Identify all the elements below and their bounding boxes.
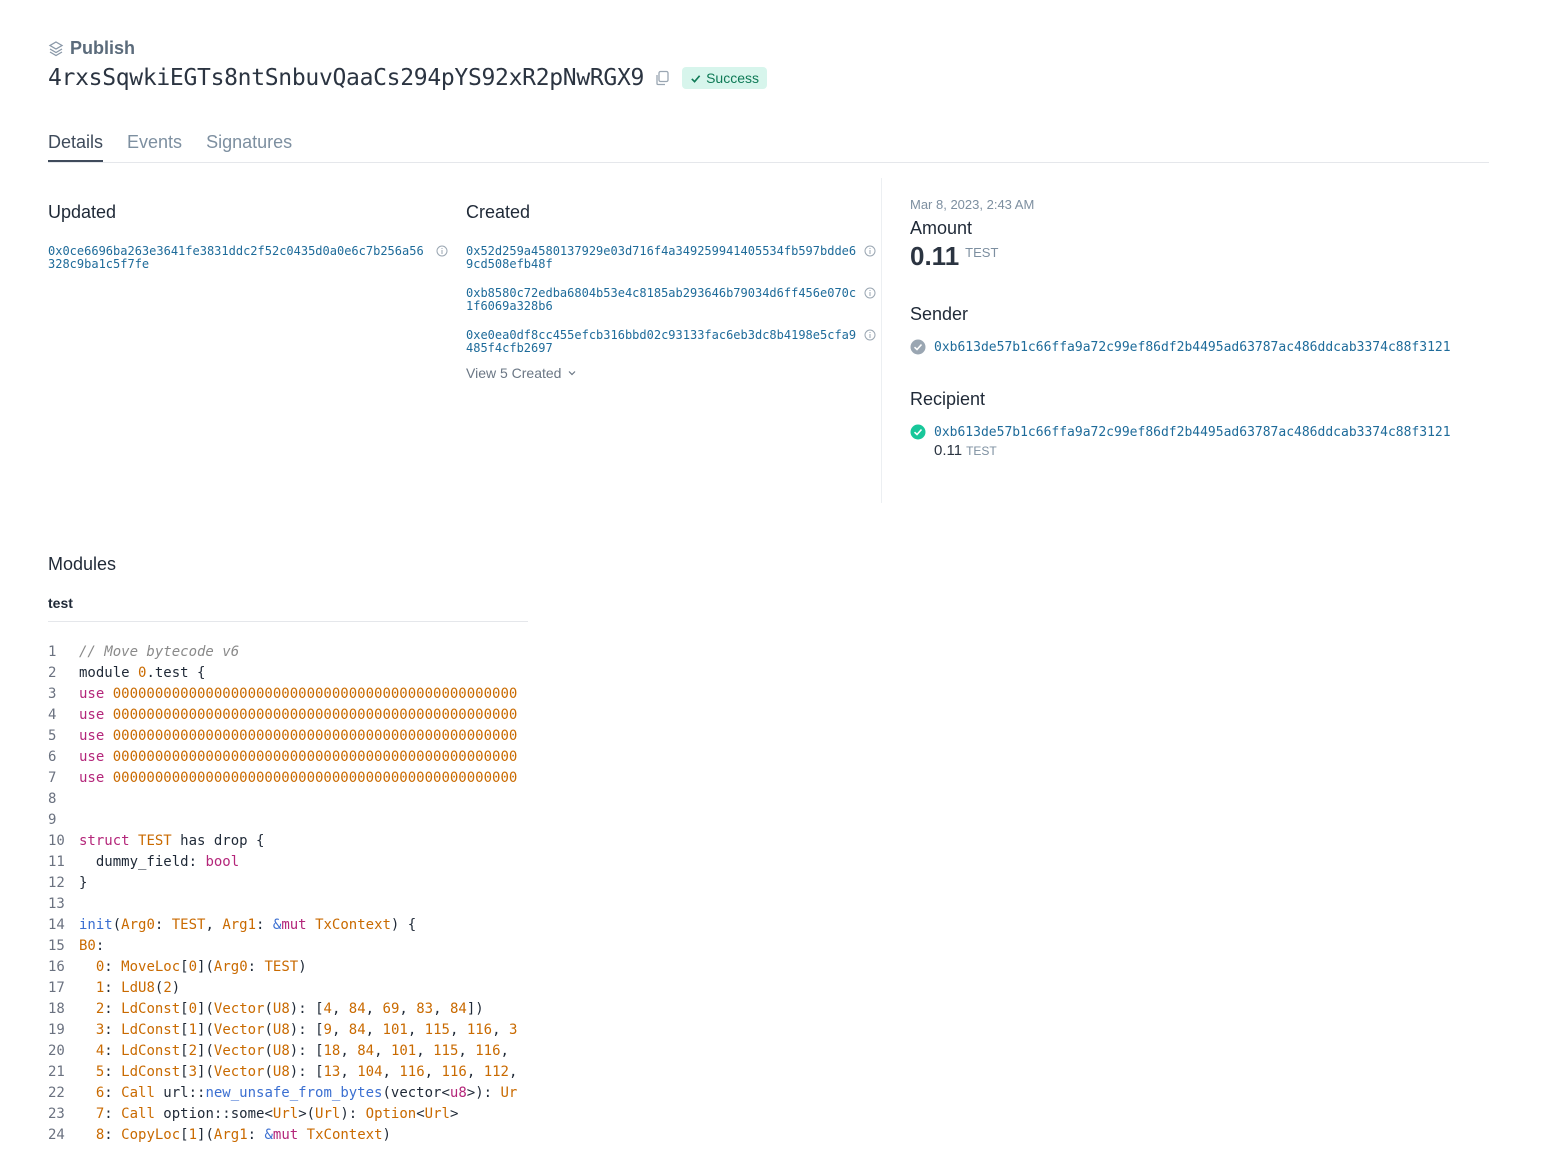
code-line: 16 0: MoveLoc[0](Arg0: TEST) <box>48 959 307 975</box>
info-icon[interactable] <box>864 245 876 257</box>
tab-details[interactable]: Details <box>48 132 104 162</box>
updated-objects: Updated 0x0ce6696ba263e3641fe3831ddc2f52… <box>48 202 448 271</box>
updated-title: Updated <box>48 202 117 222</box>
created-object-row: 0xe0ea0df8cc455efcb316bbd02c93133fac6eb3… <box>466 329 876 355</box>
recipient-amount: 0.11 <box>934 442 963 459</box>
transaction-header: Publish 4rxsSqwkiEGTs8ntSnbuvQaaCs294pYS… <box>48 38 767 91</box>
publish-icon <box>48 40 64 56</box>
recipient-address[interactable]: 0xb613de57b1c66ffa9a72c99ef86df2b4495ad6… <box>934 425 1451 440</box>
code-line: 15 B0: <box>48 938 105 954</box>
column-divider <box>881 178 882 503</box>
sender-row: 0xb613de57b1c66ffa9a72c99ef86df2b4495ad6… <box>910 339 1500 355</box>
sender-label: Sender <box>910 304 969 324</box>
recipient-row: 0xb613de57b1c66ffa9a72c99ef86df2b4495ad6… <box>910 424 1500 440</box>
tab-events[interactable]: Events <box>127 132 182 162</box>
created-object-row: 0x52d259a4580137929e03d716f4a34925994140… <box>466 245 876 271</box>
code-line: 18 2: LdConst[0](Vector(U8): [4, 84, 69,… <box>48 1001 484 1017</box>
module-name: test <box>48 595 528 622</box>
code-line: 23 7: Call option::some< Url >(Url): Optio… <box>48 1106 459 1122</box>
created-title: Created <box>466 202 531 222</box>
amount-value: 0.11 <box>910 241 960 271</box>
transfer-summary: Mar 8, 2023, 2:43 AM Amount 0.11 TEST Se… <box>910 197 1500 459</box>
info-icon[interactable] <box>436 245 448 257</box>
code-line: 17 1: LdU8(2) <box>48 980 181 996</box>
code-line: 2 module 0.test { <box>48 665 206 681</box>
sender-address[interactable]: 0xb613de57b1c66ffa9a72c99ef86df2b4495ad6… <box>934 340 1451 355</box>
tab-bar: Details Events Signatures <box>48 132 1489 163</box>
info-icon[interactable] <box>864 287 876 299</box>
check-icon <box>691 74 701 83</box>
chevron-down-icon <box>569 371 576 376</box>
status-badge: Success <box>682 67 767 89</box>
code-line: 1// Move bytecode v6 <box>48 644 240 660</box>
code-line: 24 8: CopyLoc[1](Arg1: & mut TxContext) <box>48 1127 391 1143</box>
code-line: 10 struct TEST has drop { <box>48 833 265 849</box>
updated-object-link[interactable]: 0x0ce6696ba263e3641fe3831ddc2f52c0435d0a… <box>48 245 430 271</box>
code-line: 13 <box>48 896 65 912</box>
code-line: 3 use 00000000000000000000000000000000000… <box>48 686 518 702</box>
view-more-created-button[interactable]: View 5 Created <box>466 365 876 381</box>
created-objects: Created 0x52d259a4580137929e03d716f4a349… <box>466 202 876 381</box>
modules-section: Modules test 1// Move bytecode v6 2 modul… <box>48 554 528 1146</box>
code-line: 12} <box>48 875 88 891</box>
transaction-kind: Publish <box>48 38 767 59</box>
recipient-unit: TEST <box>966 444 997 458</box>
kind-label: Publish <box>70 38 136 58</box>
view-more-label: View 5 Created <box>466 365 562 381</box>
code-line: 6 use 00000000000000000000000000000000000… <box>48 749 518 765</box>
code-line: 21 5: LdConst[3](Vector(U8): [13, 104, 1… <box>48 1064 518 1080</box>
code-line: 8 <box>48 791 57 807</box>
code-line: 5 use 00000000000000000000000000000000000… <box>48 728 518 744</box>
code-line: 4 use 00000000000000000000000000000000000… <box>48 707 518 723</box>
code-line: 14 init(Arg0: TEST, Arg1: & mut TxContext)… <box>48 917 417 933</box>
code-line: 7 use 00000000000000000000000000000000000… <box>48 770 518 786</box>
copy-icon[interactable] <box>654 70 670 86</box>
code-line: 19 3: LdConst[1](Vector(U8): [9, 84, 101… <box>48 1022 518 1038</box>
transaction-digest: 4rxsSqwkiEGTs8ntSnbuvQaaCs294pYS92xR2pNw… <box>48 65 645 91</box>
code-line: 9 <box>48 812 57 828</box>
updated-object-row: 0x0ce6696ba263e3641fe3831ddc2f52c0435d0a… <box>48 245 448 271</box>
modules-title: Modules <box>48 554 117 574</box>
tab-signatures[interactable]: Signatures <box>206 132 292 162</box>
amount-unit: TEST <box>965 245 999 260</box>
amount-label: Amount <box>910 218 973 238</box>
created-object-link[interactable]: 0xb8580c72edba6804b53e4c8185ab293646b790… <box>466 287 858 313</box>
created-object-link[interactable]: 0xe0ea0df8cc455efcb316bbd02c93133fac6eb3… <box>466 329 858 355</box>
recipient-label: Recipient <box>910 389 986 409</box>
code-line: 11 dummy_field: bool <box>48 854 240 870</box>
code-line: 22 6: Call url:: new_unsafe_from_bytes (ve… <box>48 1085 518 1101</box>
code-viewer: 1// Move bytecode v6 2 module 0.test { 3u… <box>48 642 528 1146</box>
status-text: Success <box>706 70 759 86</box>
timestamp: Mar 8, 2023, 2:43 AM <box>910 197 1035 212</box>
recipient-check-icon <box>910 424 926 440</box>
sender-check-icon <box>910 339 926 355</box>
code-line: 20 4: LdConst[2](Vector(U8): [18, 84, 10… <box>48 1043 509 1059</box>
info-icon[interactable] <box>864 329 876 341</box>
created-object-row: 0xb8580c72edba6804b53e4c8185ab293646b790… <box>466 287 876 313</box>
created-object-link[interactable]: 0x52d259a4580137929e03d716f4a34925994140… <box>466 245 858 271</box>
